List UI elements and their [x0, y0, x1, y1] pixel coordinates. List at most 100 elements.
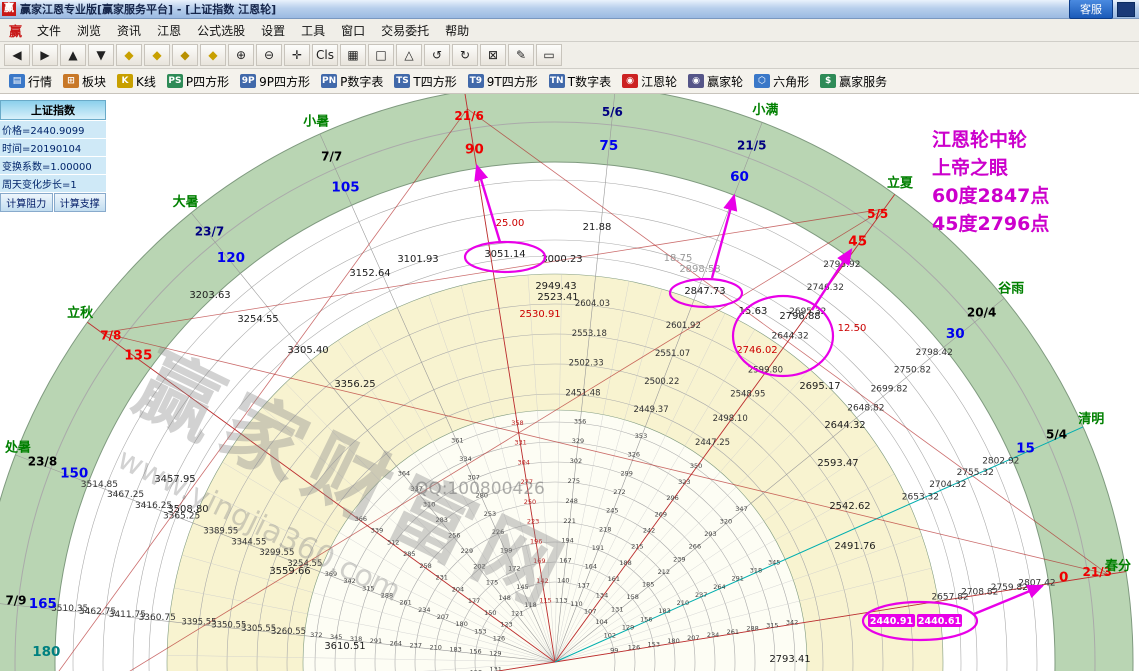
- svg-text:237: 237: [695, 591, 707, 599]
- rotate-left-icon[interactable]: ↺: [424, 44, 450, 66]
- grid-icon[interactable]: ▦: [340, 44, 366, 66]
- up-icon[interactable]: ▲: [60, 44, 86, 66]
- svg-text:2502.33: 2502.33: [569, 359, 604, 369]
- svg-text:3101.93: 3101.93: [397, 254, 438, 265]
- menu-bar: 赢 文件 浏览 资讯 江恩 公式选股 设置 工具 窗口 交易委托 帮助: [0, 19, 1139, 42]
- tool-赢家轮[interactable]: ◉ 赢家轮: [683, 71, 748, 92]
- svg-text:288: 288: [746, 625, 758, 633]
- svg-text:293: 293: [704, 530, 716, 538]
- svg-text:210: 210: [677, 599, 689, 607]
- tool-label: 赢家轮: [707, 74, 744, 89]
- tool-9T四方形[interactable]: T9 9T四方形: [463, 71, 543, 92]
- info-row: 时间=20190104: [0, 139, 106, 156]
- tool-赢家服务[interactable]: $ 赢家服务: [815, 71, 892, 92]
- tool-badge-icon: ◉: [688, 74, 705, 88]
- svg-text:156: 156: [469, 648, 481, 656]
- zoom-out-icon[interactable]: ⊖: [256, 44, 282, 66]
- tool-六角形[interactable]: ⬡ 六角形: [749, 71, 814, 92]
- svg-text:25.00: 25.00: [496, 218, 525, 229]
- svg-text:156: 156: [640, 615, 652, 623]
- svg-text:261: 261: [399, 599, 411, 607]
- crosshair-icon[interactable]: ✛: [284, 44, 310, 66]
- svg-text:107: 107: [584, 607, 596, 615]
- tool-行情[interactable]: ▤ 行情: [4, 71, 57, 92]
- delete-tool-icon[interactable]: ⊠: [480, 44, 506, 66]
- back-icon[interactable]: ◀: [4, 44, 30, 66]
- gann-wheel-chart[interactable]: 9910210410711011311511812112312612913112…: [0, 94, 1139, 671]
- tool-label: 板块: [82, 74, 107, 89]
- svg-text:264: 264: [713, 583, 725, 591]
- calc-button[interactable]: 计算阻力: [0, 193, 53, 212]
- diamond-4-icon[interactable]: ◆: [200, 44, 226, 66]
- window-control-button[interactable]: [1117, 1, 1135, 17]
- calc-button[interactable]: 计算支撑: [53, 193, 106, 212]
- svg-text:2500.22: 2500.22: [644, 377, 679, 387]
- menu-item[interactable]: 浏览: [69, 20, 109, 41]
- svg-text:150: 150: [484, 609, 496, 617]
- svg-text:2601.92: 2601.92: [666, 321, 701, 331]
- svg-text:21/6: 21/6: [454, 109, 483, 123]
- svg-text:0: 0: [1059, 569, 1068, 585]
- svg-text:361: 361: [451, 437, 463, 445]
- svg-text:5/4: 5/4: [1046, 428, 1067, 442]
- tool-9P四方形[interactable]: 9P 9P四方形: [235, 71, 315, 92]
- down-icon[interactable]: ▼: [88, 44, 114, 66]
- svg-text:334: 334: [459, 455, 471, 463]
- rect-tool-icon[interactable]: □: [368, 44, 394, 66]
- menu-item[interactable]: 帮助: [437, 20, 477, 41]
- menu-item[interactable]: 公式选股: [189, 20, 253, 41]
- svg-text:342: 342: [786, 618, 798, 626]
- svg-text:45度2796点: 45度2796点: [932, 212, 1049, 235]
- svg-text:105: 105: [331, 180, 359, 196]
- menu-item[interactable]: 江恩: [149, 20, 189, 41]
- menu-item[interactable]: 窗口: [333, 20, 373, 41]
- title-bar: 赢 赢家江恩专业版[赢家服务平台] - [上证指数 江恩轮] 客服: [0, 0, 1139, 19]
- svg-text:大暑: 大暑: [173, 194, 199, 210]
- diamond-3-icon[interactable]: ◆: [172, 44, 198, 66]
- svg-text:2530.91: 2530.91: [519, 309, 560, 320]
- tool-K线[interactable]: K K线: [112, 71, 161, 92]
- tool-P数字表[interactable]: PN P数字表: [316, 71, 388, 92]
- zoom-in-icon[interactable]: ⊕: [228, 44, 254, 66]
- tool-T四方形[interactable]: TS T四方形: [389, 71, 461, 92]
- tool-江恩轮[interactable]: ◉ 江恩轮: [617, 71, 682, 92]
- tool-badge-icon: 9P: [240, 74, 257, 88]
- svg-text:245: 245: [606, 507, 618, 515]
- svg-text:180: 180: [455, 620, 467, 628]
- svg-text:2802.92: 2802.92: [982, 457, 1019, 467]
- info-row: 变换系数=1.00000: [0, 157, 106, 174]
- svg-text:99: 99: [610, 647, 618, 655]
- svg-text:242: 242: [643, 527, 655, 535]
- menu-item[interactable]: 交易委托: [373, 20, 437, 41]
- tool-板块[interactable]: ⊞ 板块: [58, 71, 111, 92]
- svg-text:7/7: 7/7: [321, 149, 342, 163]
- svg-text:345: 345: [330, 633, 342, 641]
- index-info-rows: 价格=2440.9099 时间=20190104 变换系数=1.00000 周天变化步…: [0, 121, 106, 192]
- diamond-1-icon[interactable]: ◆: [116, 44, 142, 66]
- svg-text:372: 372: [310, 631, 322, 639]
- menu-item[interactable]: 设置: [253, 20, 293, 41]
- clear-button[interactable]: Cls: [312, 44, 338, 66]
- svg-text:2447.25: 2447.25: [695, 438, 730, 448]
- svg-text:212: 212: [658, 568, 670, 576]
- rotate-right-icon[interactable]: ↻: [452, 44, 478, 66]
- tool-label: 9P四方形: [259, 74, 311, 89]
- svg-text:3305.40: 3305.40: [287, 345, 328, 356]
- menu-item[interactable]: 工具: [293, 20, 333, 41]
- tool-badge-icon: T9: [467, 74, 484, 88]
- tool-P四方形[interactable]: PS P四方形: [162, 71, 234, 92]
- triangle-tool-icon[interactable]: △: [396, 44, 422, 66]
- customer-service-button[interactable]: 客服: [1069, 0, 1113, 19]
- diamond-2-icon[interactable]: ◆: [144, 44, 170, 66]
- tool-T数字表[interactable]: TN T数字表: [544, 71, 616, 92]
- svg-text:291: 291: [370, 637, 382, 645]
- svg-text:110: 110: [570, 600, 582, 608]
- svg-text:2542.62: 2542.62: [829, 501, 870, 512]
- select-tool-icon[interactable]: ▭: [536, 44, 562, 66]
- forward-icon[interactable]: ▶: [32, 44, 58, 66]
- svg-text:191: 191: [592, 544, 604, 552]
- menu-item[interactable]: 资讯: [109, 20, 149, 41]
- menu-item[interactable]: 文件: [29, 20, 69, 41]
- svg-text:218: 218: [599, 525, 611, 533]
- draw-tool-icon[interactable]: ✎: [508, 44, 534, 66]
